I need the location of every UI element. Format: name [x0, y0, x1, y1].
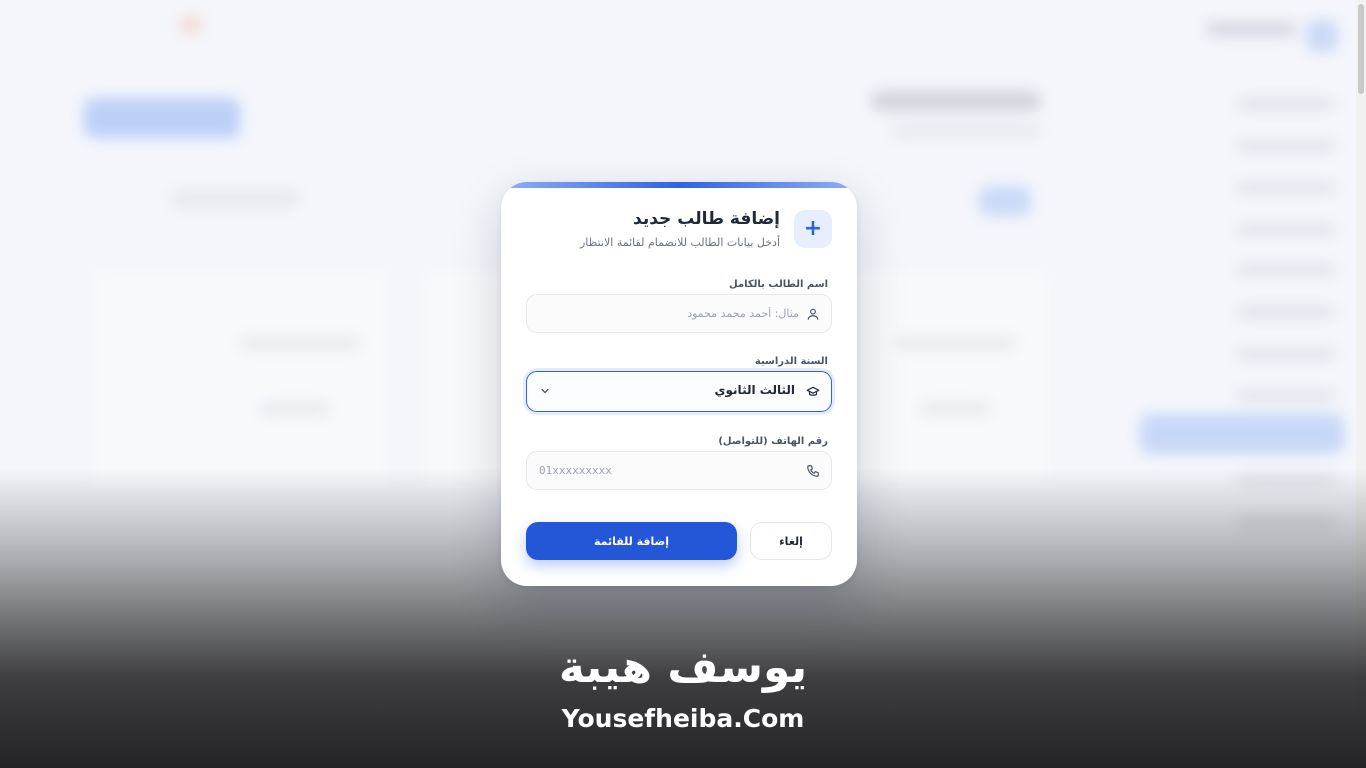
- bg-primary-button: [84, 98, 240, 138]
- bg-card-line: [260, 404, 330, 414]
- bg-sidebar-item: [1236, 348, 1336, 360]
- bg-card: [90, 268, 390, 488]
- school-year-label: السنة الدراسية: [754, 356, 828, 367]
- add-to-list-button[interactable]: إضافة للقائمة: [526, 522, 737, 560]
- plus-icon-glyph: +: [803, 216, 823, 241]
- bg-sidebar-active: [1140, 414, 1344, 454]
- phone-icon: [805, 463, 821, 479]
- bg-sidebar-item: [1236, 264, 1336, 276]
- bg-card-line: [920, 404, 990, 414]
- phone-label: رقم الهاتف (للتواصل): [718, 436, 828, 447]
- watermark-arabic: يوسف هيبة: [558, 642, 808, 693]
- plus-icon: +: [794, 210, 832, 248]
- scrollbar-thumb[interactable]: [1358, 4, 1364, 94]
- bg-sidebar-item: [1236, 390, 1336, 402]
- school-year-select[interactable]: الثالث الثانوي: [526, 371, 832, 412]
- bg-sidebar-item: [1236, 182, 1336, 194]
- graduation-cap-icon: [805, 384, 821, 400]
- bg-avatar: [1306, 20, 1338, 52]
- modal-title: إضافة طالب جديد: [633, 209, 780, 229]
- bg-sidebar-item: [1236, 306, 1336, 318]
- phone-field[interactable]: [526, 451, 832, 490]
- phone-input[interactable]: [539, 452, 799, 489]
- school-year-value: الثالث الثانوي: [714, 383, 795, 397]
- bg-nav-badge: [180, 18, 202, 32]
- bg-card-line: [895, 338, 1015, 348]
- bg-sidebar-item: [1236, 140, 1336, 152]
- add-student-modal: + إضافة طالب جديد أدخل بيانات الطالب للا…: [501, 182, 857, 586]
- modal-accent-bar: [501, 182, 857, 188]
- bg-filter-chip: [979, 186, 1031, 216]
- modal-header: + إضافة طالب جديد أدخل بيانات الطالب للا…: [526, 209, 832, 250]
- bg-nav-title: [1206, 22, 1296, 36]
- modal-subtitle: أدخل بيانات الطالب للانضمام لقائمة الانت…: [579, 236, 780, 249]
- chevron-down-icon: [541, 388, 549, 394]
- student-name-field[interactable]: [526, 294, 832, 333]
- bg-sidebar-item: [1236, 224, 1336, 236]
- bg-sidebar-item: [1236, 98, 1336, 110]
- bg-page-subtitle: [891, 126, 1041, 136]
- cancel-button[interactable]: إلغاء: [750, 522, 832, 560]
- user-icon: [805, 306, 821, 322]
- student-name-input[interactable]: [539, 295, 799, 332]
- bg-search: [170, 190, 300, 208]
- bg-page-title: [871, 90, 1041, 112]
- student-name-label: اسم الطالب بالكامل: [728, 279, 828, 290]
- bg-card-line: [240, 338, 360, 348]
- watermark-latin: Yousefheiba.Com: [561, 704, 805, 733]
